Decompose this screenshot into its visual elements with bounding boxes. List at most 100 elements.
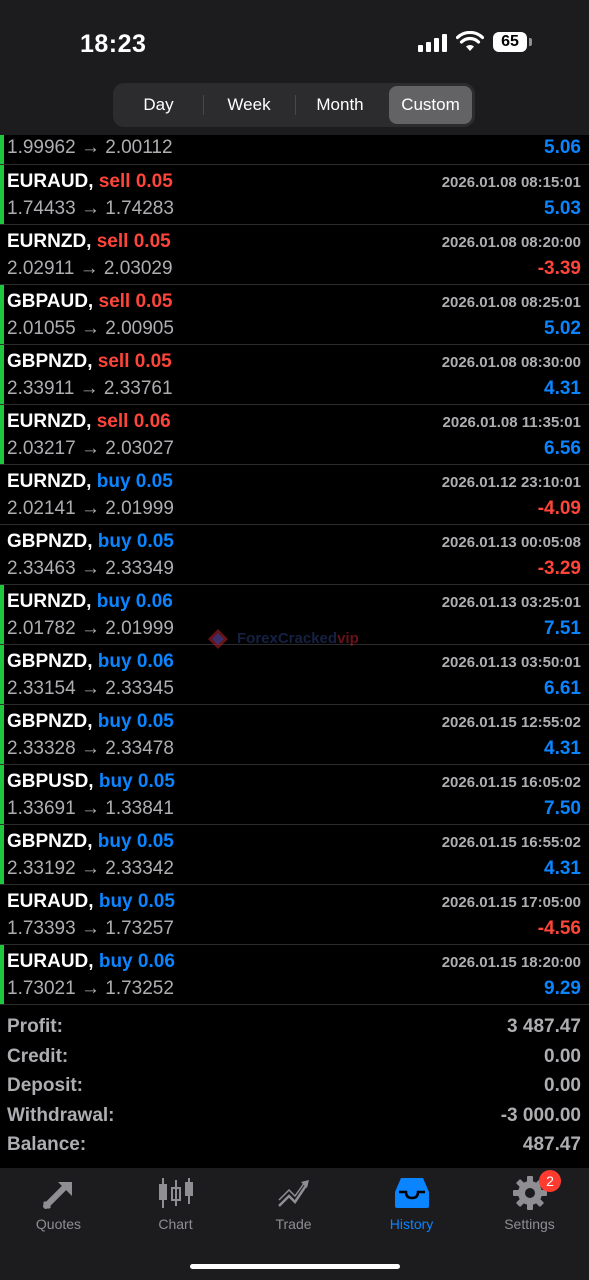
tab-quotes[interactable]: Quotes	[0, 1176, 117, 1236]
deal-prices: 2.33328 → 2.33478	[7, 738, 174, 759]
deal-type: sell 0.05	[97, 351, 172, 372]
deal-profit: 5.02	[544, 318, 581, 339]
summary-value: 0.00	[544, 1045, 581, 1067]
deal-profit: -3.29	[537, 558, 581, 579]
deal-symbol: EURAUD, sell 0.05	[7, 171, 173, 192]
deal-row[interactable]: GBPAUD, sell 0.05 2026.01.08 08:25:01 2.01…	[0, 285, 589, 345]
deal-symbol: GBPNZD, sell 0.05	[7, 351, 172, 372]
deal-symbol: EURAUD, buy 0.05	[7, 891, 175, 912]
battery-tip	[529, 38, 532, 46]
deal-prices: 1.73021 → 1.73252	[7, 978, 174, 999]
deal-row[interactable]: EURAUD, buy 0.05 2026.01.15 17:05:00 1.733…	[0, 885, 589, 945]
deal-row[interactable]: EURAUD, sell 0.05 2026.01.08 08:15:01 1.74…	[0, 165, 589, 225]
deal-row[interactable]: GBPNZD, sell 0.05 2026.01.08 08:30:00 2.33…	[0, 345, 589, 405]
profit-indicator-bar	[0, 645, 4, 704]
deal-type: buy 0.05	[96, 471, 173, 492]
deal-row[interactable]: EURNZD, sell 0.06 2026.01.08 11:35:01 2.03…	[0, 405, 589, 465]
profit-indicator-bar	[0, 765, 4, 824]
deal-time: 2026.01.08 08:25:01	[441, 294, 581, 311]
deal-row[interactable]: GBPNZD, buy 0.06 2026.01.13 03:50:01 2.331…	[0, 645, 589, 705]
deal-profit: 5.03	[544, 198, 581, 219]
profit-indicator-bar	[0, 345, 4, 404]
segment-custom[interactable]: Custom	[389, 86, 472, 124]
deals-list[interactable]: 1.99962 → 2.00112 5.06 EURAUD, sell 0.05 20…	[0, 135, 589, 1005]
quotes-icon	[42, 1182, 72, 1210]
tab-label: Quotes	[35, 1216, 82, 1232]
account-summary: Profit: 3 487.47 Credit: 0.00 Deposit: 0…	[0, 1013, 589, 1161]
deal-prices: 2.33911 → 2.33761	[7, 378, 173, 399]
segment-week[interactable]: Week	[205, 86, 293, 124]
deal-row[interactable]: EURNZD, sell 0.05 2026.01.08 08:20:00 2.02…	[0, 225, 589, 285]
profit-indicator-bar	[0, 285, 4, 344]
chart-icon	[158, 1178, 193, 1208]
deal-symbol: GBPAUD, sell 0.05	[7, 291, 173, 312]
deal-time: 2026.01.08 08:30:00	[441, 354, 581, 371]
deal-row[interactable]: GBPUSD, buy 0.05 2026.01.15 16:05:02 1.336…	[0, 765, 589, 825]
deal-type: buy 0.05	[98, 891, 175, 912]
deal-prices: 2.33154 → 2.33345	[7, 678, 174, 699]
deal-symbol: EURNZD, buy 0.05	[7, 471, 173, 492]
history-header: Day Week Month Custom	[0, 80, 589, 135]
deal-type: buy 0.06	[98, 951, 175, 972]
deal-profit: 6.61	[544, 678, 581, 699]
deal-symbol: GBPNZD, buy 0.06	[7, 651, 174, 672]
deal-time: 2026.01.15 16:05:02	[441, 774, 581, 791]
summary-label: Withdrawal:	[7, 1104, 115, 1126]
summary-withdrawal: Withdrawal: -3 000.00	[0, 1102, 589, 1132]
deal-type: sell 0.05	[98, 171, 173, 192]
summary-credit: Credit: 0.00	[0, 1043, 589, 1073]
deal-symbol: GBPNZD, buy 0.05	[7, 831, 174, 852]
segment-divider	[295, 95, 296, 115]
deal-type: buy 0.05	[97, 531, 174, 552]
deal-prices: 2.02911 → 2.03029	[7, 258, 173, 279]
deal-profit: 6.56	[544, 438, 581, 459]
deal-symbol: GBPUSD, buy 0.05	[7, 771, 175, 792]
deal-row[interactable]: EURNZD, buy 0.05 2026.01.12 23:10:01 2.021…	[0, 465, 589, 525]
summary-value: 0.00	[544, 1075, 581, 1096]
cellular-signal-icon	[418, 34, 448, 52]
tab-label: History	[389, 1216, 434, 1232]
deal-time: 2026.01.15 17:05:00	[441, 894, 581, 911]
deal-profit: 7.51	[544, 618, 581, 639]
summary-label: Deposit:	[7, 1075, 83, 1096]
deal-symbol: EURNZD, buy 0.06	[7, 591, 173, 612]
deal-symbol: EURNZD, sell 0.05	[7, 231, 171, 252]
watermark-text: ForexCrackedvip	[237, 630, 359, 647]
segment-day[interactable]: Day	[116, 86, 201, 124]
deal-type: buy 0.05	[97, 711, 174, 732]
summary-deposit: Deposit: 0.00	[0, 1072, 589, 1102]
deal-prices: 1.74433 → 1.74283	[7, 198, 174, 219]
deal-profit: 7.50	[544, 798, 581, 819]
segment-month[interactable]: Month	[297, 86, 383, 124]
deal-symbol: EURAUD, buy 0.06	[7, 951, 175, 972]
tab-settings[interactable]: 2 Settings	[471, 1170, 588, 1236]
tab-trade[interactable]: Trade	[235, 1176, 352, 1236]
summary-profit: Profit: 3 487.47	[0, 1013, 589, 1043]
profit-indicator-bar	[0, 135, 4, 164]
trade-icon	[277, 1180, 309, 1207]
deal-type: sell 0.05	[96, 231, 171, 252]
deal-prices: 2.02141 → 2.01999	[7, 498, 174, 519]
deal-row[interactable]: GBPNZD, buy 0.05 2026.01.15 16:55:02 2.331…	[0, 825, 589, 885]
summary-balance: Balance: 487.47	[0, 1131, 589, 1161]
deal-profit: 9.29	[544, 978, 581, 999]
deal-profit: 4.31	[544, 738, 581, 759]
summary-value: 487.47	[522, 1134, 581, 1155]
deal-row[interactable]: EURAUD, buy 0.06 2026.01.15 18:20:00 1.730…	[0, 945, 589, 1005]
tab-history[interactable]: History	[353, 1176, 470, 1236]
battery-indicator: 65	[493, 32, 527, 52]
summary-value: 3 487.47	[507, 1016, 581, 1037]
segment-divider	[203, 95, 204, 115]
deal-row[interactable]: GBPNZD, buy 0.05 2026.01.13 00:05:08 2.334…	[0, 525, 589, 585]
tab-chart[interactable]: Chart	[117, 1176, 234, 1236]
deal-prices: 2.33463 → 2.33349	[7, 558, 174, 579]
deal-time: 2026.01.13 03:25:01	[441, 594, 581, 611]
status-bar: 18:23 65	[0, 0, 589, 80]
deal-profit: -4.56	[537, 918, 581, 939]
deal-profit: 4.31	[544, 378, 581, 399]
deal-prices: 1.99962 → 2.00112	[7, 137, 173, 158]
wifi-icon	[456, 31, 484, 51]
deal-prices: 2.33192 → 2.33342	[7, 858, 174, 879]
deal-row[interactable]: 1.99962 → 2.00112 5.06	[0, 135, 589, 165]
deal-row[interactable]: GBPNZD, buy 0.05 2026.01.15 12:55:02 2.333…	[0, 705, 589, 765]
